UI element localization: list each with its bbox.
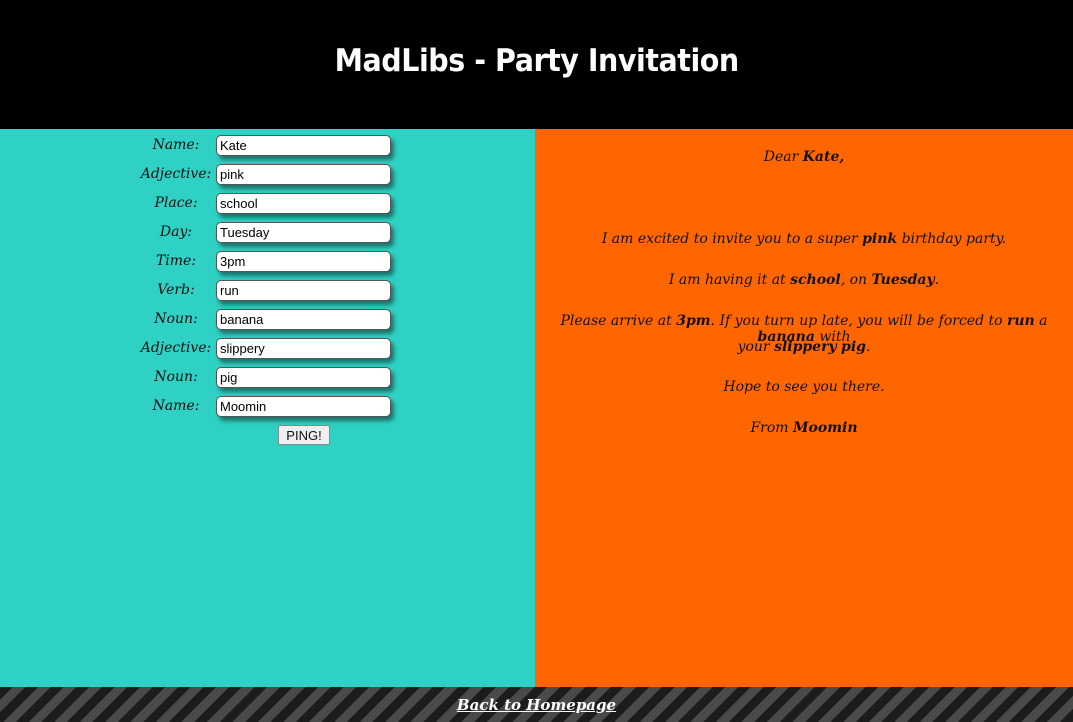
form-row-verb: Verb: [0, 280, 535, 302]
verb-input[interactable] [216, 280, 391, 301]
letter-signoff: From Moomin [535, 420, 1073, 436]
letter-line-2: I am having it at school, on Tuesday. [535, 272, 1073, 288]
field-label: Verb: [157, 282, 195, 298]
page-header: MadLibs - Party Invitation [0, 0, 1073, 129]
field-label: Adjective: [140, 166, 212, 182]
invitation-letter: Dear Kate, I am excited to invite you to… [535, 129, 1073, 687]
field-label: Noun: [154, 369, 198, 385]
letter-text: . [934, 272, 940, 288]
ping-button[interactable]: PING! [278, 425, 330, 445]
form-row-adjective-2: Adjective: [0, 338, 535, 360]
letter-word: pig [841, 339, 866, 355]
letter-text: birthday party. [897, 231, 1007, 247]
letter-text: a [1034, 313, 1048, 329]
letter-text: . [865, 339, 871, 355]
letter-line-1: I am excited to invite you to a super pi… [535, 231, 1073, 247]
letter-text: I am excited to invite you to a super [601, 231, 863, 247]
noun-input[interactable] [216, 309, 391, 330]
form-row-noun: Noun: [0, 309, 535, 331]
field-label: Name: [152, 137, 200, 153]
page-title: MadLibs - Party Invitation [334, 42, 739, 79]
letter-word: pink [862, 231, 898, 247]
form-row-time: Time: [0, 251, 535, 273]
field-label: Name: [152, 398, 200, 414]
field-label: Adjective: [140, 340, 212, 356]
noun-2-input[interactable] [216, 367, 391, 388]
letter-word: run [1007, 313, 1035, 329]
letter-word: 3pm [676, 313, 711, 329]
name-input[interactable] [216, 135, 391, 156]
letter-line-5: Hope to see you there. [723, 379, 885, 395]
time-input[interactable] [216, 251, 391, 272]
letter-greeting: Dear Kate, [535, 149, 1073, 165]
place-input[interactable] [216, 193, 391, 214]
form-row-place: Place: [0, 193, 535, 215]
letter-text: Please arrive at [560, 313, 677, 329]
letter-word: Tuesday [871, 272, 935, 288]
page-footer: Back to Homepage [0, 687, 1073, 722]
letter-word: school [790, 272, 841, 288]
field-label: Place: [154, 195, 198, 211]
signoff-name: Moomin [793, 420, 858, 436]
letter-text: , on [840, 272, 872, 288]
letter-text: I am having it at [668, 272, 791, 288]
form-row-name: Name: [0, 135, 535, 157]
greeting-text: Dear [763, 149, 803, 165]
letter-line-4: your slippery pig. [535, 339, 1073, 355]
field-label: Day: [159, 224, 193, 240]
form-row-name-2: Name: [0, 396, 535, 418]
letter-text: your [737, 339, 775, 355]
adjective-input[interactable] [216, 164, 391, 185]
form-row-noun-2: Noun: [0, 367, 535, 389]
letter-text: From [750, 420, 794, 436]
letter-word: slippery [774, 339, 837, 355]
form-row-adjective: Adjective: [0, 164, 535, 186]
back-to-homepage-link[interactable]: Back to Homepage [457, 696, 616, 714]
form-row-day: Day: [0, 222, 535, 244]
day-input[interactable] [216, 222, 391, 243]
madlib-form-panel: Name: Adjective: Place: Day: Time: Verb:… [0, 129, 535, 687]
adjective-2-input[interactable] [216, 338, 391, 359]
greeting-name: Kate, [802, 149, 845, 165]
letter-text: . If you turn up late, you will be force… [710, 313, 1007, 329]
field-label: Time: [155, 253, 197, 269]
name-2-input[interactable] [216, 396, 391, 417]
field-label: Noun: [154, 311, 198, 327]
